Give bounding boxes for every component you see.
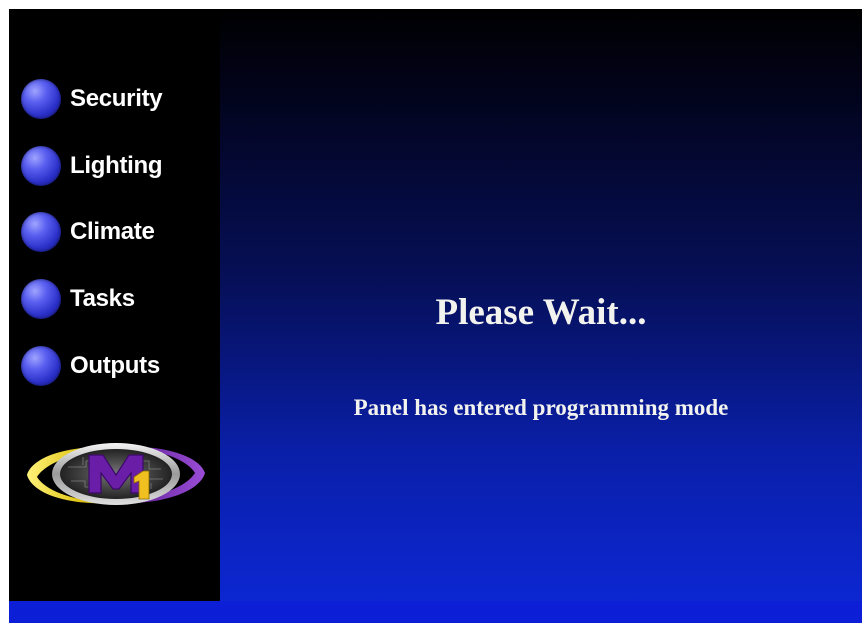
sidebar-item-label: Tasks xyxy=(70,285,135,312)
bottom-strip xyxy=(9,601,862,623)
m1-logo xyxy=(27,443,205,505)
sidebar-item-security[interactable]: Security xyxy=(21,77,163,121)
sidebar-item-label: Climate xyxy=(70,218,155,245)
sidebar-item-tasks[interactable]: Tasks xyxy=(21,277,135,321)
orb-button-icon xyxy=(21,279,61,319)
orb-button-icon xyxy=(21,212,61,252)
sidebar-item-label: Lighting xyxy=(70,152,163,179)
status-message: Panel has entered programming mode xyxy=(353,395,729,420)
sidebar-item-label: Security xyxy=(70,85,163,112)
sidebar: Security Lighting Climate Tasks Outputs xyxy=(9,9,220,601)
orb-button-icon xyxy=(21,346,61,386)
orb-button-icon xyxy=(21,79,61,119)
sidebar-item-lighting[interactable]: Lighting xyxy=(21,144,163,188)
orb-button-icon xyxy=(21,146,61,186)
sidebar-item-climate[interactable]: Climate xyxy=(21,210,155,254)
page-title: Please Wait... xyxy=(435,292,647,333)
sidebar-item-label: Outputs xyxy=(70,352,160,379)
sidebar-item-outputs[interactable]: Outputs xyxy=(21,344,160,388)
screen: Security Lighting Climate Tasks Outputs xyxy=(9,9,862,623)
